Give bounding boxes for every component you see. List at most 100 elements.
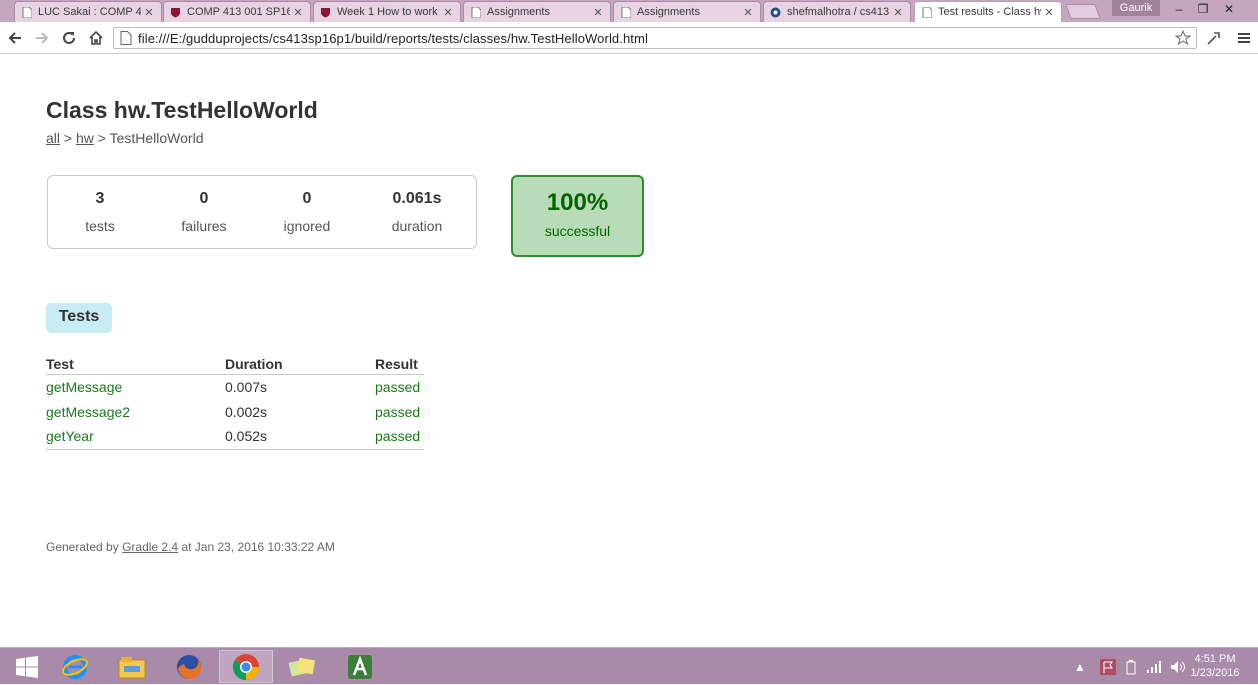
reload-icon (63, 31, 75, 44)
table-row: getYear 0.052s passed (46, 424, 424, 450)
table-header-row: Test Duration Result (46, 355, 424, 375)
browser-tab[interactable]: COMP 413 001 SP16 ✕ (163, 1, 311, 22)
bookmark-star-icon[interactable] (1175, 30, 1191, 46)
column-header-test: Test (46, 355, 225, 375)
footer-prefix: Generated by (46, 540, 123, 554)
tab-close-icon[interactable]: ✕ (592, 6, 604, 19)
table-row: getMessage2 0.002s passed (46, 399, 424, 424)
breadcrumb: all > hw > TestHelloWorld (46, 130, 203, 146)
luc-shield-icon (170, 7, 181, 18)
taskbar-file-explorer[interactable] (105, 650, 159, 683)
column-header-duration: Duration (225, 355, 375, 375)
summary-box: 3 tests 0 failures 0 ignored 0.061s dura… (47, 175, 477, 249)
ignored-label: ignored (283, 218, 331, 234)
tab-close-icon[interactable]: ✕ (892, 6, 904, 19)
browser-tab[interactable]: Week 1 How to work ✕ (313, 1, 461, 22)
footer-timestamp: at Jan 23, 2016 10:33:22 AM (178, 540, 335, 554)
duration-cell: 0.002s (225, 403, 268, 420)
duration-counter: 0.061s duration (369, 190, 465, 234)
tab-close-icon[interactable]: ✕ (143, 6, 155, 19)
menu-button[interactable] (1234, 28, 1254, 48)
failures-label: failures (181, 218, 227, 234)
new-tab-button[interactable] (1065, 4, 1101, 19)
browser-tab[interactable]: Assignments ✕ (463, 1, 611, 22)
clock-time: 4:51 PM (1194, 653, 1236, 665)
taskbar-android-studio[interactable] (333, 650, 387, 683)
tab-close-icon[interactable]: ✕ (292, 6, 304, 19)
extension-button[interactable] (1204, 28, 1224, 48)
breadcrumb-separator: > (93, 130, 110, 146)
page-title: Class hw.TestHelloWorld (46, 97, 318, 123)
close-window-button[interactable]: ✕ (1216, 0, 1242, 18)
back-button[interactable] (5, 28, 25, 48)
column-header-result: Result (375, 355, 424, 375)
home-button[interactable] (86, 28, 106, 48)
page-icon (620, 6, 631, 18)
forward-button[interactable] (32, 28, 52, 48)
taskbar-sticky-notes[interactable] (276, 650, 330, 683)
breadcrumb-hw-link[interactable]: hw (76, 130, 94, 146)
test-name-cell: getYear (46, 424, 225, 450)
browser-tab[interactable]: shefmalhotra / cs413 ✕ (763, 1, 911, 22)
footer: Generated by Gradle 2.4 at Jan 23, 2016 … (46, 540, 335, 554)
breadcrumb-all-link[interactable]: all (46, 130, 60, 146)
ignored-counter: 0 ignored (259, 190, 355, 234)
success-rate-label: successful (544, 223, 611, 239)
tab-label: Test results - Class hw (938, 6, 1041, 18)
breadcrumb-separator: > (60, 130, 76, 146)
test-results-table: Test Duration Result getMessage 0.007s p… (46, 355, 424, 450)
tab-tests[interactable]: Tests (46, 303, 112, 333)
network-signal-icon[interactable] (1146, 660, 1162, 674)
taskbar-firefox[interactable] (162, 650, 216, 683)
reload-button[interactable] (59, 28, 79, 48)
tab-label: shefmalhotra / cs413 (787, 6, 890, 18)
tab-label: Assignments (487, 6, 550, 18)
maximize-button[interactable]: ❐ (1190, 0, 1216, 18)
tab-label: Week 1 How to work (337, 6, 438, 18)
table-row: getMessage 0.007s passed (46, 374, 424, 399)
test-name-cell: getMessage (46, 378, 123, 395)
windows-taskbar: ▲ 4:51 PM 1/23/2016 (0, 647, 1258, 684)
duration-cell: 0.052s (225, 424, 375, 450)
ignored-count: 0 (302, 190, 312, 207)
tab-label: COMP 413 001 SP16 (187, 6, 290, 18)
taskbar-clock[interactable]: 4:51 PM 1/23/2016 (1180, 652, 1250, 680)
system-tray: ▲ (1074, 648, 1186, 685)
tab-close-icon[interactable]: ✕ (742, 6, 754, 19)
browser-toolbar: file:///E:/gudduprojects/cs413sp16p1/bui… (0, 22, 1258, 54)
tab-label: Assignments (637, 6, 700, 18)
tray-expand-icon[interactable]: ▲ (1074, 660, 1086, 674)
browser-tab-strip: LUC Sakai : COMP 41 ✕ COMP 413 001 SP16 … (0, 0, 1258, 22)
address-bar[interactable]: file:///E:/gudduprojects/cs413sp16p1/bui… (113, 27, 1197, 49)
profile-button[interactable]: Gaurik (1112, 0, 1160, 16)
taskbar-internet-explorer[interactable] (48, 650, 102, 683)
result-cell: passed (375, 424, 424, 450)
tab-close-icon[interactable]: ✕ (442, 6, 454, 19)
breadcrumb-current: TestHelloWorld (109, 130, 204, 146)
start-button[interactable] (0, 650, 54, 683)
page-icon (921, 6, 932, 18)
duration-value: 0.061s (392, 190, 442, 207)
forward-arrow-icon (36, 32, 49, 44)
browser-tab[interactable]: LUC Sakai : COMP 41 ✕ (14, 1, 162, 22)
action-center-flag-icon[interactable] (1099, 658, 1116, 675)
taskbar-chrome[interactable] (219, 650, 273, 683)
success-rate-value: 100% (546, 189, 609, 216)
success-rate-box: 100% successful (511, 175, 644, 257)
battery-icon[interactable] (1126, 659, 1136, 675)
test-name-cell: getMessage2 (46, 403, 131, 420)
minimize-button[interactable]: – (1166, 0, 1192, 18)
hamburger-menu-icon (1238, 33, 1250, 43)
start-icon (16, 655, 38, 678)
test-report-page: Class hw.TestHelloWorld all > hw > TestH… (0, 55, 1258, 647)
file-explorer-icon (118, 656, 146, 678)
failures-counter: 0 failures (156, 190, 252, 234)
result-cell: passed (375, 403, 421, 420)
clock-date: 1/23/2016 (1190, 667, 1240, 679)
tab-close-icon[interactable]: ✕ (1043, 6, 1055, 19)
gradle-link[interactable]: Gradle 2.4 (122, 540, 178, 554)
chrome-icon (232, 653, 259, 680)
luc-shield-icon (320, 7, 331, 18)
browser-tab-active[interactable]: Test results - Class hw ✕ (914, 1, 1062, 22)
browser-tab[interactable]: Assignments ✕ (613, 1, 761, 22)
